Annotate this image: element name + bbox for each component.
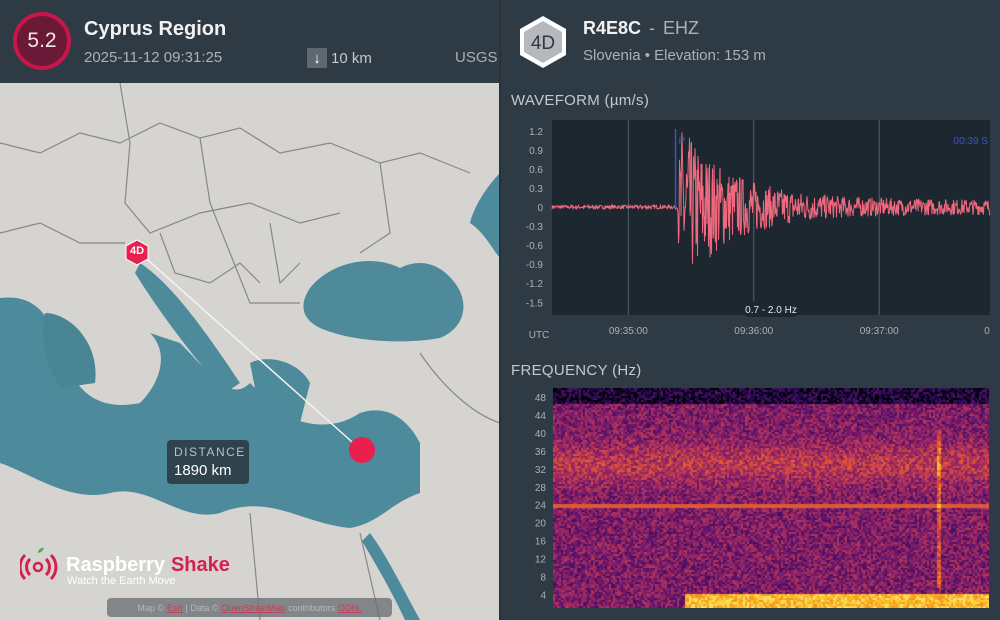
epicenter-marker — [349, 437, 375, 463]
depth-value: 10 km — [331, 49, 372, 67]
station-dash: - — [649, 18, 656, 38]
spectrogram[interactable] — [553, 388, 989, 608]
attr-contributors: contributors — [288, 602, 336, 613]
map-attribution: Map © Esri | Data © OpenStreetMap contri… — [107, 598, 392, 617]
waveform-title: WAVEFORM (µm/s) — [511, 92, 650, 109]
y-tick-label: 0.6 — [529, 165, 543, 176]
freq-tick-label: 48 — [535, 393, 547, 404]
station-title: R4E8C - EHZ — [583, 18, 699, 39]
attr-license-link[interactable]: ODbL — [338, 603, 362, 613]
brand-tagline: Watch the Earth Move — [67, 575, 176, 587]
frequency-axis: 48 44 40 36 32 28 24 20 16 12 8 4 — [535, 393, 547, 602]
filter-label: 0.7 - 2.0 Hz — [745, 305, 797, 316]
freq-tick-label: 24 — [535, 501, 547, 512]
utc-label: UTC — [529, 330, 550, 341]
event-panel: 5.2 Cyprus Region 2025-11-12 09:31:25 ↓ 1… — [0, 0, 500, 620]
waveform-chart[interactable]: 1.2 0.9 0.6 0.3 0 -0.3 -0.6 -0.9 -1.2 -1.5 09:35:0… — [501, 110, 1000, 350]
y-tick-label: -0.3 — [526, 222, 544, 233]
y-tick-label: 0 — [537, 203, 543, 214]
station-panel: 4D R4E8C - EHZ Slovenia • Elevation: 153 m… — [501, 0, 1000, 620]
freq-tick-label: 40 — [535, 429, 547, 440]
station-marker-label: 4D — [129, 245, 145, 257]
x-tick-label: 09:36:00 — [734, 326, 773, 337]
frequency-title: FREQUENCY (Hz) — [511, 362, 642, 379]
freq-tick-label: 16 — [535, 537, 547, 548]
x-tick-label: 0 — [984, 326, 990, 337]
map-basemap[interactable] — [0, 83, 500, 620]
station-network-hex-icon: 4D — [520, 16, 566, 68]
x-tick-label: 09:37:00 — [860, 326, 899, 337]
freq-tick-label: 20 — [535, 519, 547, 530]
arrow-down-icon: ↓ — [307, 48, 327, 68]
s-label: 00:39 S — [954, 136, 989, 147]
freq-tick-label: 32 — [535, 465, 547, 476]
freq-tick-label: 4 — [540, 591, 546, 602]
freq-tick-label: 36 — [535, 447, 547, 458]
station-channel: EHZ — [663, 18, 700, 38]
attr-map-link[interactable]: Esri — [167, 603, 183, 613]
brand-name-2: Shake — [170, 553, 230, 576]
event-depth: ↓ 10 km — [307, 48, 372, 68]
station-location: Slovenia • Elevation: 153 m — [583, 47, 766, 64]
event-region: Cyprus Region — [84, 18, 227, 40]
y-tick-label: 0.3 — [529, 184, 543, 195]
y-tick-label: 0.9 — [529, 146, 543, 157]
event-source: USGS — [455, 49, 498, 66]
shake-logo-icon — [20, 547, 58, 581]
attr-data-prefix: | Data © — [185, 602, 219, 613]
x-tick-label: 09:35:00 — [609, 326, 648, 337]
y-tick-label: 1.2 — [529, 127, 543, 138]
p-label: P — [679, 136, 686, 147]
black-sea — [303, 260, 464, 342]
freq-tick-label: 8 — [540, 573, 546, 584]
attr-map-prefix: Map © — [137, 602, 165, 613]
attr-osm-link[interactable]: OpenStreetMap — [222, 603, 286, 613]
station-code: R4E8C — [583, 18, 642, 38]
distance-value: 1890 km — [174, 462, 232, 479]
hex-label: 4D — [531, 33, 555, 54]
y-tick-label: -0.9 — [526, 260, 544, 271]
freq-tick-label: 28 — [535, 483, 547, 494]
brand-name-1: Raspberry — [66, 553, 165, 576]
y-tick-label: -1.2 — [526, 279, 544, 290]
freq-tick-label: 44 — [535, 411, 547, 422]
y-tick-label: -1.5 — [526, 298, 544, 309]
y-tick-label: -0.6 — [526, 241, 544, 252]
distance-label: DISTANCE — [174, 445, 246, 459]
event-datetime: 2025-11-12 09:31:25 — [84, 49, 223, 66]
distance-tooltip: DISTANCE 1890 km — [167, 440, 249, 484]
event-header: 5.2 Cyprus Region 2025-11-12 09:31:25 ↓ 1… — [0, 0, 500, 83]
magnitude-badge: 5.2 — [13, 12, 71, 70]
raspberry-shake-logo[interactable]: Raspberry Shake Watch the Earth Move — [20, 545, 230, 587]
map[interactable]: 4D DISTANCE 1890 km — [0, 83, 500, 620]
freq-tick-label: 12 — [535, 555, 547, 566]
